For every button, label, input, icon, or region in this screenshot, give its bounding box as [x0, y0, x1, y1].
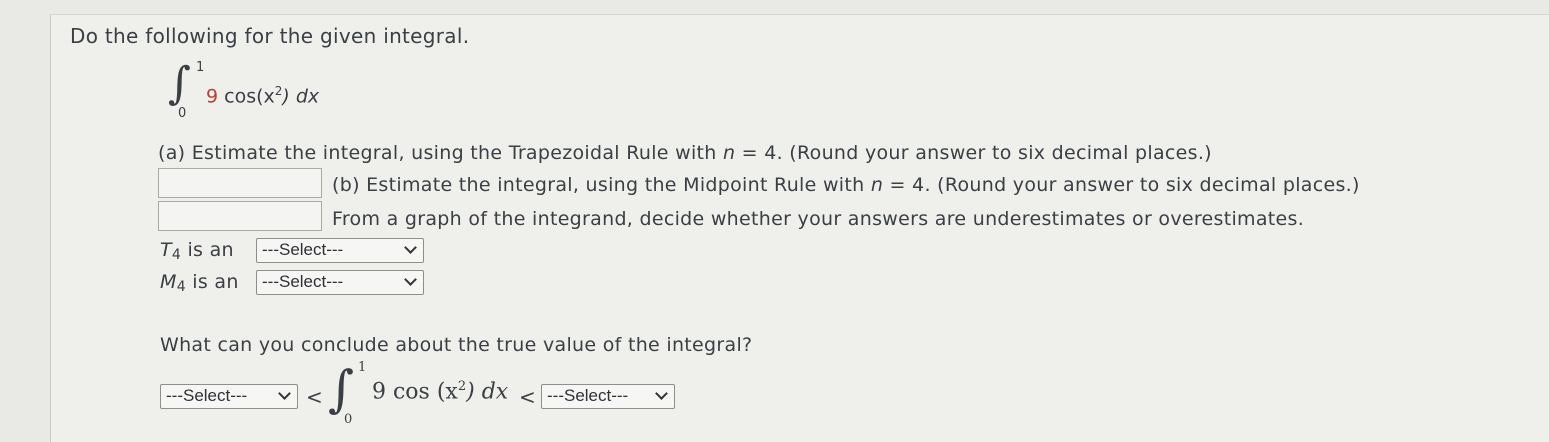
chevron-down-icon: [278, 387, 291, 400]
part-b-prompt: (b) Estimate the integral, using the Mid…: [332, 174, 1360, 196]
chevron-down-icon: [404, 241, 417, 254]
t4-select[interactable]: ---Select---: [256, 238, 424, 263]
upper-bound-select-value: ---Select---: [547, 386, 629, 405]
part-a-text: (a) Estimate the integral, using the Tra…: [158, 142, 723, 164]
integral-expression: ∫ 1 0 9 cos(x2) dx: [160, 58, 360, 124]
chevron-down-icon: [404, 273, 417, 286]
trapezoidal-answer-field[interactable]: [158, 168, 322, 198]
part-c-prompt: From a graph of the integrand, decide wh…: [332, 208, 1305, 230]
lower-limit: 0: [178, 106, 187, 121]
integral-sign: ∫: [168, 58, 191, 109]
upper-limit: 1: [358, 360, 367, 375]
chevron-down-icon: [655, 387, 668, 400]
upper-limit: 1: [196, 60, 205, 75]
integrand-power: 2: [457, 379, 467, 394]
less-than-left: <: [306, 385, 323, 409]
integral-sign: ∫: [328, 360, 355, 418]
integrand: 9 cos (x2) dx: [372, 379, 508, 404]
lower-limit: 0: [344, 412, 353, 427]
integrand-function: 9 cos (x: [372, 379, 458, 405]
m4-text: is an: [185, 271, 239, 293]
integrand-function: cos(x: [218, 85, 275, 108]
less-than-right: <: [519, 385, 536, 409]
part-b-text: (b) Estimate the integral, using the Mid…: [332, 174, 871, 196]
lower-bound-select[interactable]: ---Select---: [160, 384, 298, 409]
integrand-differential: ) dx: [466, 379, 509, 405]
integrand: 9 cos(x2) dx: [206, 84, 319, 107]
m4-select[interactable]: ---Select---: [256, 270, 424, 295]
part-a-var: n: [722, 142, 736, 164]
conclusion-prompt: What can you conclude about the true val…: [160, 334, 753, 356]
t4-symbol: T: [160, 239, 172, 261]
t4-subscript: 4: [171, 247, 182, 263]
part-b-rest: = 4. (Round your answer to six decimal p…: [883, 174, 1360, 196]
t4-select-value: ---Select---: [262, 240, 344, 259]
integrand-coefficient: 9: [206, 85, 219, 108]
midpoint-answer-field[interactable]: [158, 201, 322, 231]
m4-select-value: ---Select---: [262, 272, 344, 291]
t4-label: T4 is an: [160, 239, 234, 263]
lower-bound-select-value: ---Select---: [166, 386, 248, 405]
part-a-prompt: (a) Estimate the integral, using the Tra…: [158, 142, 1212, 164]
m4-symbol: M: [160, 271, 177, 293]
part-b-var: n: [870, 174, 884, 196]
m4-label: M4 is an: [160, 271, 239, 295]
t4-text: is an: [181, 239, 234, 261]
conclusion-integral: ∫ 1 0 9 cos (x2) dx: [328, 360, 528, 430]
upper-bound-select[interactable]: ---Select---: [541, 384, 675, 409]
m4-subscript: 4: [176, 279, 186, 295]
integrand-differential: ) dx: [282, 85, 320, 108]
question-heading: Do the following for the given integral.: [70, 24, 470, 48]
part-a-rest: = 4. (Round your answer to six decimal p…: [735, 142, 1212, 164]
